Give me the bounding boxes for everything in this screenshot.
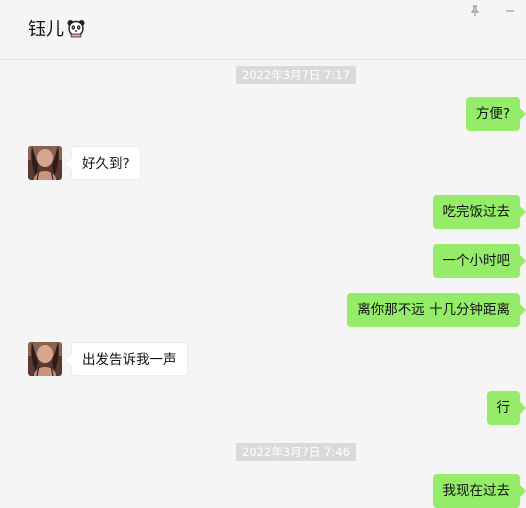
minimize-icon[interactable] xyxy=(503,4,517,18)
message-bubble-outgoing[interactable]: 吃完饭过去 xyxy=(432,195,526,229)
message-bubble-outgoing[interactable]: 离你那不远 十几分钟距离 xyxy=(347,293,526,327)
panda-icon xyxy=(66,18,86,38)
message-bubble-incoming[interactable]: 好久到? xyxy=(66,146,141,180)
avatar[interactable] xyxy=(28,146,62,180)
message-bubble-outgoing[interactable]: 行 xyxy=(486,391,526,425)
chat-title: 钰儿 xyxy=(28,18,86,42)
timestamp: 2022年3月7日 7:46 xyxy=(236,443,356,461)
timestamp: 2022年3月7日 7:17 xyxy=(236,66,356,84)
message-bubble-outgoing[interactable]: 一个小时吧 xyxy=(432,244,526,278)
message-bubble-outgoing[interactable]: 我现在过去 xyxy=(432,474,526,508)
chat-title-text: 钰儿 xyxy=(28,19,64,40)
pin-icon[interactable] xyxy=(468,4,482,18)
message-bubble-incoming[interactable]: 出发告诉我一声 xyxy=(66,342,188,376)
message-bubble-outgoing[interactable]: 方便? xyxy=(465,97,526,131)
avatar[interactable] xyxy=(28,342,62,376)
chat-header: 钰儿 xyxy=(0,0,526,60)
